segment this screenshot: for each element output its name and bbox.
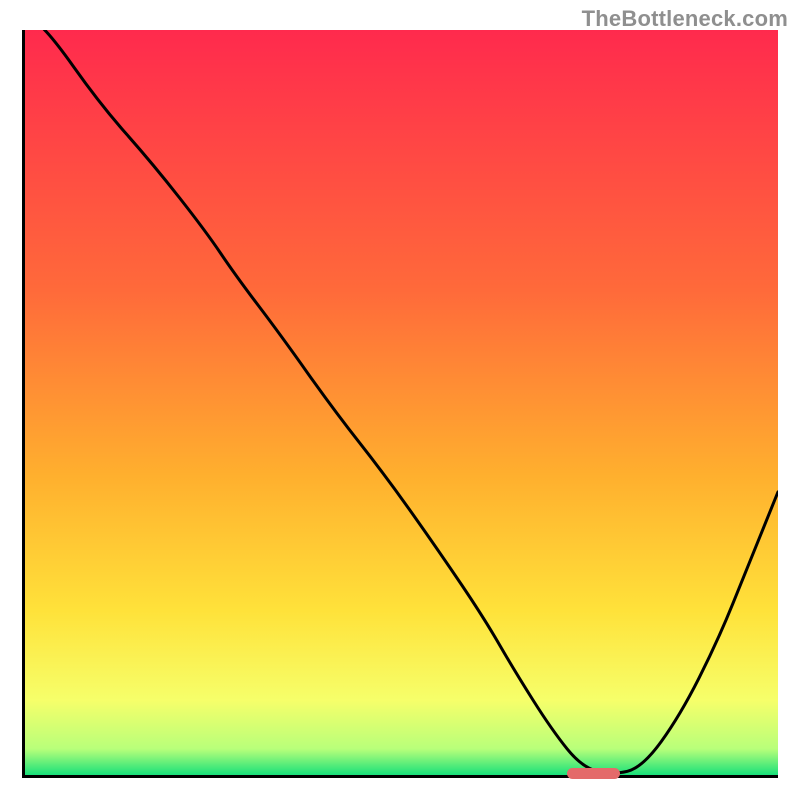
chart-plot-area	[25, 30, 778, 775]
chart-svg	[25, 30, 778, 775]
optimum-range-marker	[567, 768, 620, 779]
watermark-text: TheBottleneck.com	[582, 6, 788, 32]
